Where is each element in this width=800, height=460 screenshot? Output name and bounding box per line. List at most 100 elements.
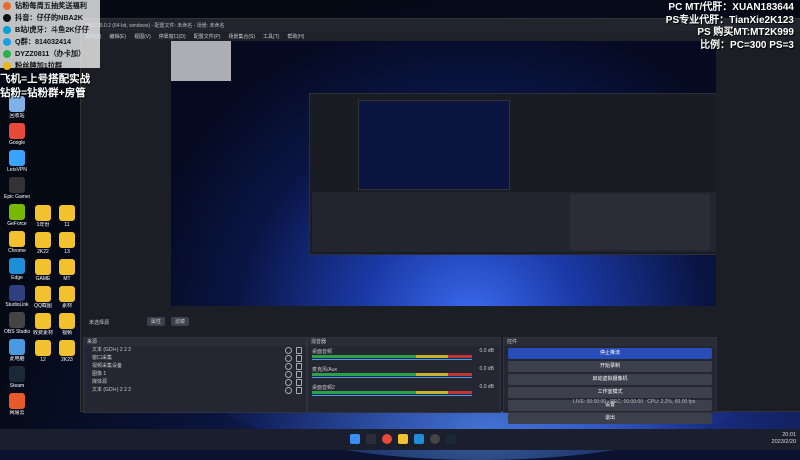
visibility-icon[interactable] xyxy=(285,355,292,362)
clock-time: 20:01 xyxy=(782,432,796,438)
desktop-icon-label: 此电脑 xyxy=(9,356,25,362)
volume-slider[interactable] xyxy=(312,377,472,378)
lock-icon[interactable] xyxy=(296,347,302,354)
desktop-folder[interactable]: 2K23 xyxy=(54,340,80,363)
source-item[interactable]: 视频采集设备 xyxy=(84,362,306,370)
mixer-channel: 桌面音频2 0.0 dB xyxy=(308,382,500,400)
control-button[interactable]: 开始录制 xyxy=(508,361,712,372)
promo-line-2: 钻粉=钻粉群+房管 xyxy=(0,87,86,99)
app-icon xyxy=(9,339,25,355)
desktop-icon[interactable]: GeForce xyxy=(4,204,30,227)
desktop-icon[interactable]: Epic Games xyxy=(4,177,30,200)
properties-button[interactable]: 属性 xyxy=(147,317,166,326)
desktop-icon[interactable]: 此电脑 xyxy=(4,339,30,362)
app-icon xyxy=(9,393,25,409)
desktop-icon[interactable]: 网易云 xyxy=(4,393,30,416)
menu-item[interactable]: 场景集合(S) xyxy=(228,33,255,40)
obs-preview[interactable] xyxy=(171,41,716,306)
volume-slider[interactable] xyxy=(312,359,472,360)
start-icon[interactable] xyxy=(350,434,360,444)
source-item[interactable]: 图像 1 xyxy=(84,370,306,378)
stream-info-overlay: 钻粉每周五抽奖送福利 抖音：仔仔的NBA2K B站/虎牙：斗鱼2K仔仔 Q群：8140… xyxy=(0,0,100,70)
source-item[interactable]: 文本 (GDI+) 2 2 2 xyxy=(84,346,306,354)
visibility-icon[interactable] xyxy=(285,363,292,370)
folder-icon xyxy=(35,259,51,275)
menu-item[interactable]: 帮助(H) xyxy=(287,33,304,40)
folder-icon xyxy=(59,313,75,329)
overlay-dot-icon xyxy=(3,14,11,22)
desktop-folder[interactable]: 1年份 xyxy=(30,205,56,228)
folder-label: 11 xyxy=(64,222,70,228)
clock: 20:01 2023/2/20 xyxy=(772,432,796,446)
folder-icon xyxy=(59,232,75,248)
edge-icon[interactable] xyxy=(414,434,424,444)
folder-icon xyxy=(59,259,75,275)
folder-label: 1年份 xyxy=(36,222,50,228)
search-icon[interactable] xyxy=(366,434,376,444)
visibility-icon[interactable] xyxy=(285,379,292,386)
lock-icon[interactable] xyxy=(296,363,302,370)
desktop-folder[interactable]: 12 xyxy=(30,340,56,363)
desktop-icon[interactable]: Edge xyxy=(4,258,30,281)
lock-icon[interactable] xyxy=(296,355,302,362)
desktop-icon[interactable]: LetsVPN xyxy=(4,150,30,173)
desktop-icon[interactable]: Chrome xyxy=(4,231,30,254)
folder-label: 12 xyxy=(40,357,46,363)
desktop-folder[interactable]: GAME xyxy=(30,259,56,282)
volume-meter xyxy=(312,355,472,358)
overlay-text: 钻粉每周五抽奖送福利 xyxy=(15,1,87,10)
control-button[interactable]: 工作室模式 xyxy=(508,387,712,398)
filters-button[interactable]: 滤镜 xyxy=(171,317,190,326)
lock-icon[interactable] xyxy=(296,387,302,394)
control-button[interactable]: 启动虚拟摄像机 xyxy=(508,374,712,385)
desktop-folder[interactable]: 收费素材 xyxy=(30,313,56,336)
cpu-usage: CPU: 2.2%, 60.00 fps xyxy=(647,399,696,405)
source-item[interactable]: 窗口采集 xyxy=(84,354,306,362)
volume-slider[interactable] xyxy=(312,395,472,396)
overlay-row: DYZZ0811（办卡加） xyxy=(0,48,100,60)
desktop-icon[interactable]: Google xyxy=(4,123,30,146)
folder-label: 视频 xyxy=(61,330,72,336)
menu-item[interactable]: 停靠窗口(D) xyxy=(159,33,186,40)
overlay-row: B站/虎牙：斗鱼2K仔仔 xyxy=(0,24,100,36)
control-button[interactable]: 停止推流 xyxy=(508,348,712,359)
info-line-4: 比例：PC=300 PS=3 xyxy=(700,39,794,51)
mixer-channel: 桌面音频 0.0 dB xyxy=(308,346,500,364)
source-item[interactable]: 媒体源 xyxy=(84,378,306,386)
control-button[interactable]: 退出 xyxy=(508,413,712,424)
menu-item[interactable]: 配置文件(P) xyxy=(194,33,221,40)
desktop-folder[interactable]: 13 xyxy=(54,232,80,255)
visibility-icon[interactable] xyxy=(285,371,292,378)
desktop-icon[interactable]: StudioLink xyxy=(4,285,30,308)
menu-item[interactable]: 编辑(E) xyxy=(109,33,126,40)
overlay-row: 钻粉每周五抽奖送福利 xyxy=(0,0,100,12)
menu-item[interactable]: 工具(T) xyxy=(263,33,279,40)
desktop-folder[interactable]: MT xyxy=(54,259,80,282)
obs-title: OBS 29.0.2 (64-bit, windows) - 配置文件: 未命名… xyxy=(85,22,225,29)
steam-icon[interactable] xyxy=(446,434,456,444)
desktop-folder[interactable]: 2K22 xyxy=(30,232,56,255)
source-item[interactable]: 文本 (GDI+) 2 2 2 xyxy=(84,386,306,394)
desktop-icon[interactable]: OBS Studio xyxy=(4,312,30,335)
folder-icon[interactable] xyxy=(398,434,408,444)
app-icon xyxy=(9,150,25,166)
overlay-dot-icon xyxy=(3,2,11,10)
controls-dock-title: 控件 xyxy=(504,338,716,346)
desktop-folder[interactable]: 11 xyxy=(54,205,80,228)
obs-icon[interactable] xyxy=(430,434,440,444)
visibility-icon[interactable] xyxy=(285,387,292,394)
desktop-folder[interactable]: 素材 xyxy=(54,286,80,309)
desktop-folder[interactable]: QQ截图 xyxy=(30,286,56,309)
folder-icon xyxy=(35,340,51,356)
desktop-icon-label: Google xyxy=(8,140,26,146)
overlay-text: Q群：814032414 xyxy=(15,37,71,46)
chrome-icon[interactable] xyxy=(382,434,392,444)
lock-icon[interactable] xyxy=(296,371,302,378)
volume-meter xyxy=(312,391,472,394)
lock-icon[interactable] xyxy=(296,379,302,386)
desktop-folder[interactable]: 视频 xyxy=(54,313,80,336)
menu-item[interactable]: 视图(V) xyxy=(134,33,151,40)
visibility-icon[interactable] xyxy=(285,347,292,354)
desktop-icon[interactable]: Steam xyxy=(4,366,30,389)
obs-window: OBS 29.0.2 (64-bit, windows) - 配置文件: 未命名… xyxy=(80,18,800,424)
